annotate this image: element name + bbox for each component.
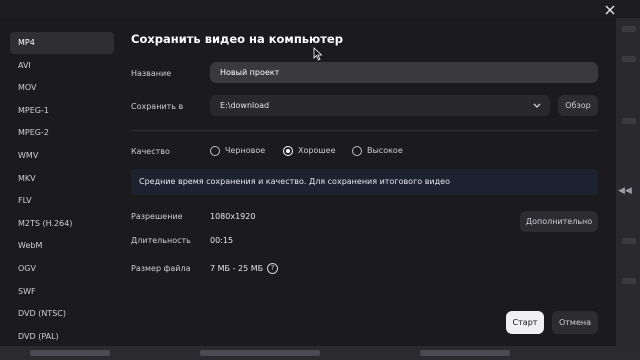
quality-option-good[interactable]: Хорошее: [283, 145, 336, 157]
chevron-down-icon: [532, 95, 542, 116]
quality-option-high[interactable]: Высокое: [352, 145, 403, 157]
background-slot: [622, 26, 636, 32]
background-slot: [622, 238, 636, 244]
start-button[interactable]: Старт: [506, 311, 544, 334]
format-item[interactable]: FLV: [10, 190, 114, 212]
background-collapse-arrows[interactable]: ◀◀: [618, 186, 632, 196]
duration-label: Длительность: [131, 236, 191, 245]
background-slot: [622, 278, 636, 284]
background-slot: [622, 118, 636, 124]
format-item[interactable]: SWF: [10, 281, 114, 303]
filesize-value: 7 МБ - 25 МБ: [210, 264, 264, 273]
format-item[interactable]: OGV: [10, 258, 114, 280]
format-item[interactable]: MKV: [10, 168, 114, 190]
format-item[interactable]: M2TS (H.264): [10, 213, 114, 235]
quality-option-label: Высокое: [367, 146, 403, 155]
name-label: Название: [131, 69, 172, 78]
quality-option-draft[interactable]: Черновое: [210, 145, 265, 157]
project-name-input[interactable]: [210, 62, 598, 83]
format-item[interactable]: WebM: [10, 235, 114, 257]
quality-info-box: Средние время сохранения и качество. Для…: [131, 169, 598, 195]
filesize-label: Размер файла: [131, 264, 191, 273]
resolution-value: 1080x1920: [210, 212, 256, 221]
background-timeline: [0, 346, 640, 360]
format-item[interactable]: DVD (NTSC): [10, 303, 114, 325]
save-path-select[interactable]: E:\download: [210, 95, 550, 116]
radio-icon: [210, 146, 220, 156]
resolution-label: Разрешение: [131, 212, 183, 221]
format-item[interactable]: MPEG-1: [10, 100, 114, 122]
format-item[interactable]: AVI: [10, 55, 114, 77]
save-video-dialog: MP4 AVI MOV MPEG-1 MPEG-2 WMV MKV FLV M2TS (H.26…: [0, 18, 614, 346]
format-item[interactable]: MPEG-2: [10, 122, 114, 144]
radio-icon: [352, 146, 362, 156]
quality-label: Качество: [131, 147, 170, 156]
browse-button[interactable]: Обзор: [558, 95, 598, 116]
format-item[interactable]: MOV: [10, 77, 114, 99]
quality-option-label: Черновое: [225, 146, 266, 155]
close-icon[interactable]: [603, 2, 617, 16]
quality-option-label: Хорошее: [298, 146, 336, 155]
background-title-bar: [0, 0, 640, 18]
advanced-button[interactable]: Дополнительно: [520, 211, 598, 232]
cancel-button[interactable]: Отмена: [552, 311, 598, 334]
duration-value: 00:15: [210, 236, 234, 245]
radio-checked-icon: [283, 146, 293, 156]
format-sidebar: MP4 AVI MOV MPEG-1 MPEG-2 WMV MKV FLV M2TS (H.26…: [0, 18, 120, 346]
format-item[interactable]: MP4: [10, 32, 114, 54]
background-slot: [622, 56, 636, 62]
background-side-panel: ◀◀: [614, 18, 640, 348]
dialog-title: Сохранить видео на компьютер: [131, 32, 343, 46]
save-path-value: E:\download: [220, 101, 270, 110]
help-icon[interactable]: ?: [267, 263, 278, 274]
format-item[interactable]: WMV: [10, 145, 114, 167]
mouse-cursor-icon: [313, 46, 323, 61]
format-item[interactable]: DVD (PAL): [10, 326, 114, 346]
save-to-label: Сохранить в: [131, 102, 184, 111]
divider: [131, 130, 598, 131]
